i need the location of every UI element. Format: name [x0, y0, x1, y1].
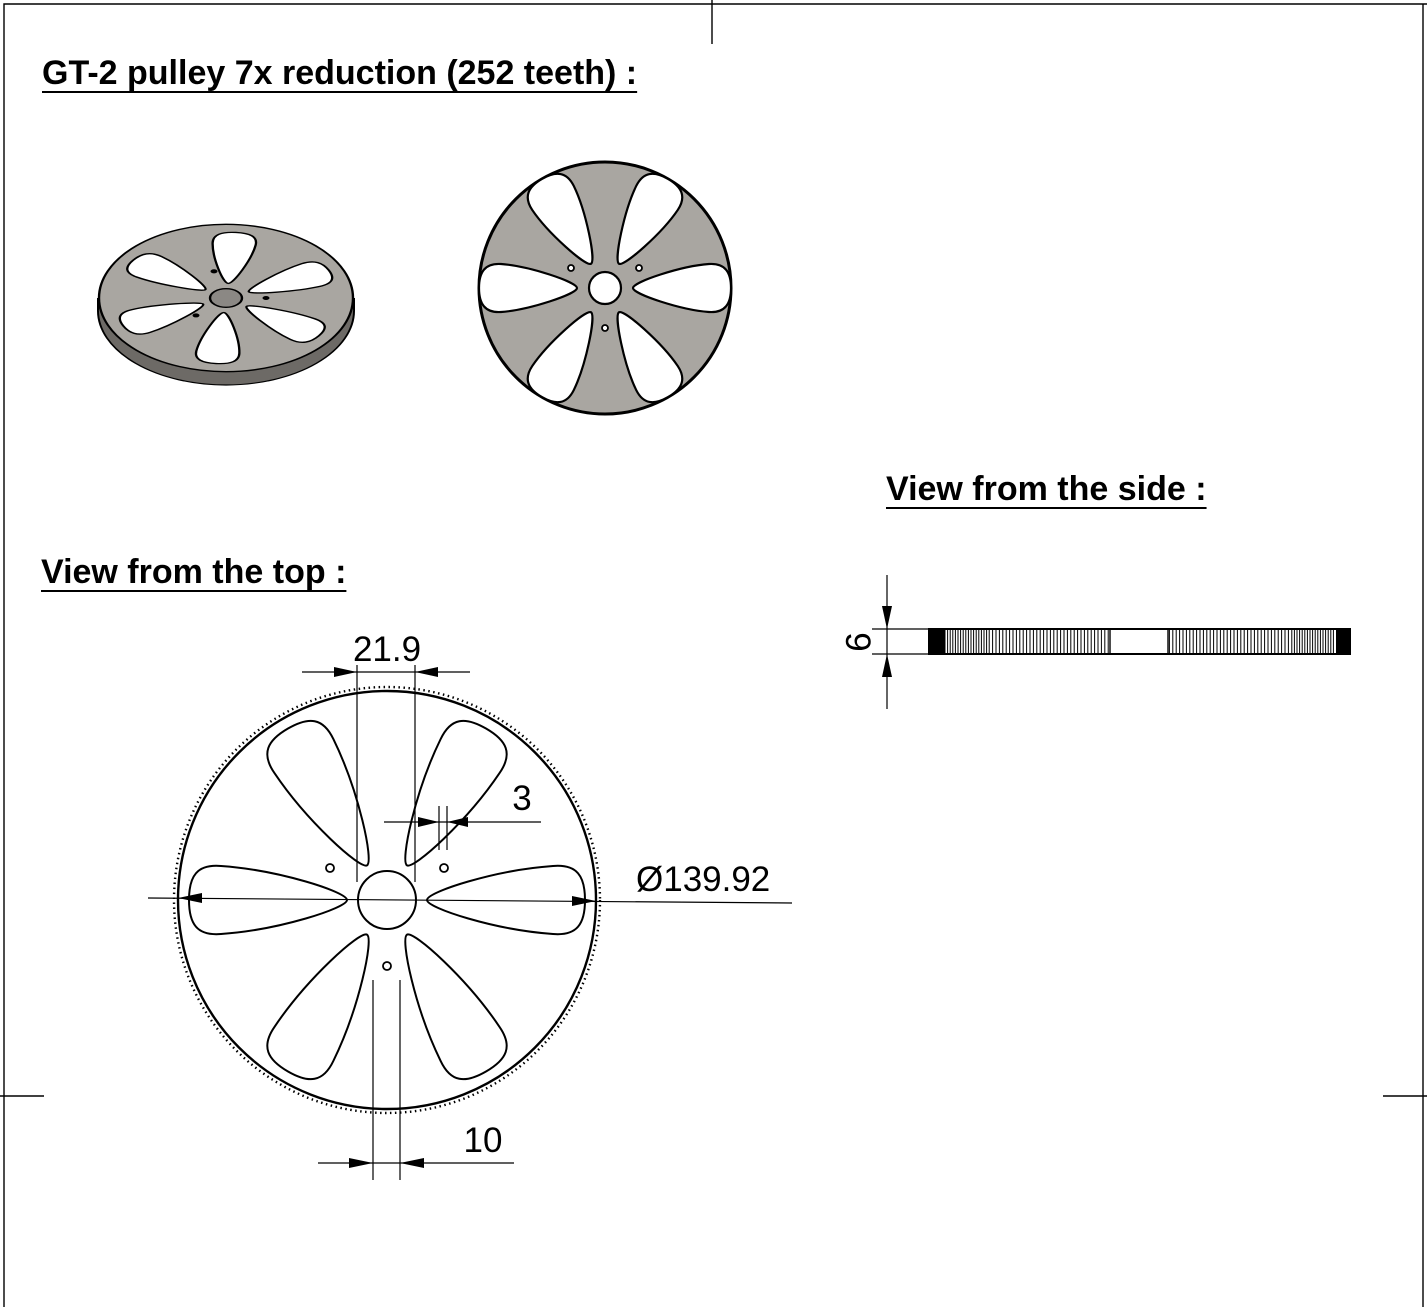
dim-spoke-width: 10: [464, 1121, 503, 1160]
isometric-pulley-render: [97, 223, 355, 386]
side-dimension-lines: [872, 575, 929, 709]
dim-wall-thickness: 3: [512, 779, 531, 818]
dimension-lines: [147, 665, 793, 1180]
dim-thickness: 9: [838, 632, 877, 651]
side-view-drawing: [928, 628, 1351, 655]
drawing-sheet: 21.9 3 Ø139.92 10 9: [0, 0, 1427, 1307]
page-title: GT-2 pulley 7x reduction (252 teeth) :: [42, 54, 638, 92]
dim-spoke-span: 21.9: [353, 630, 421, 669]
dim-outer-diameter: Ø139.92: [636, 860, 770, 899]
top-view-heading: View from the top :: [41, 553, 347, 591]
side-view-heading: View from the side :: [886, 470, 1207, 508]
front-pulley-render: [477, 160, 733, 416]
